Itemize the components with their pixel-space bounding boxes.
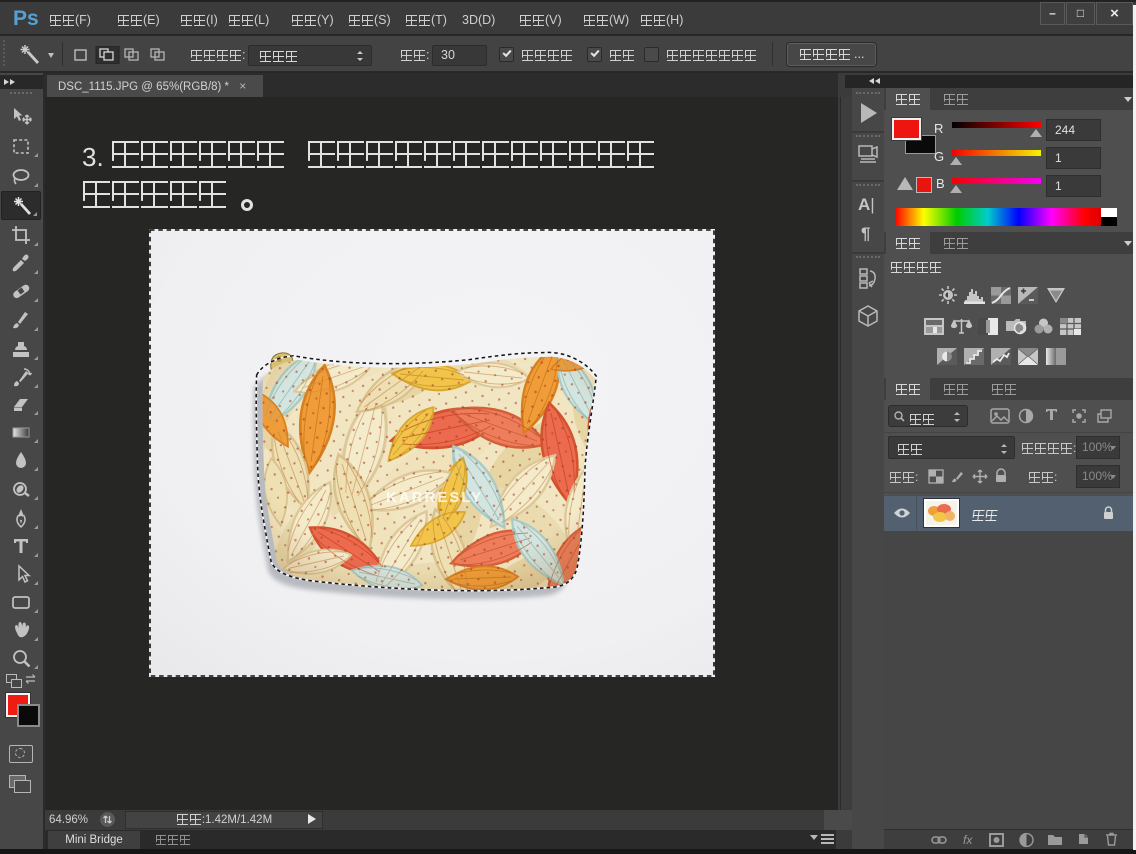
svg-text:KARRESLY: KARRESLY xyxy=(386,489,483,506)
